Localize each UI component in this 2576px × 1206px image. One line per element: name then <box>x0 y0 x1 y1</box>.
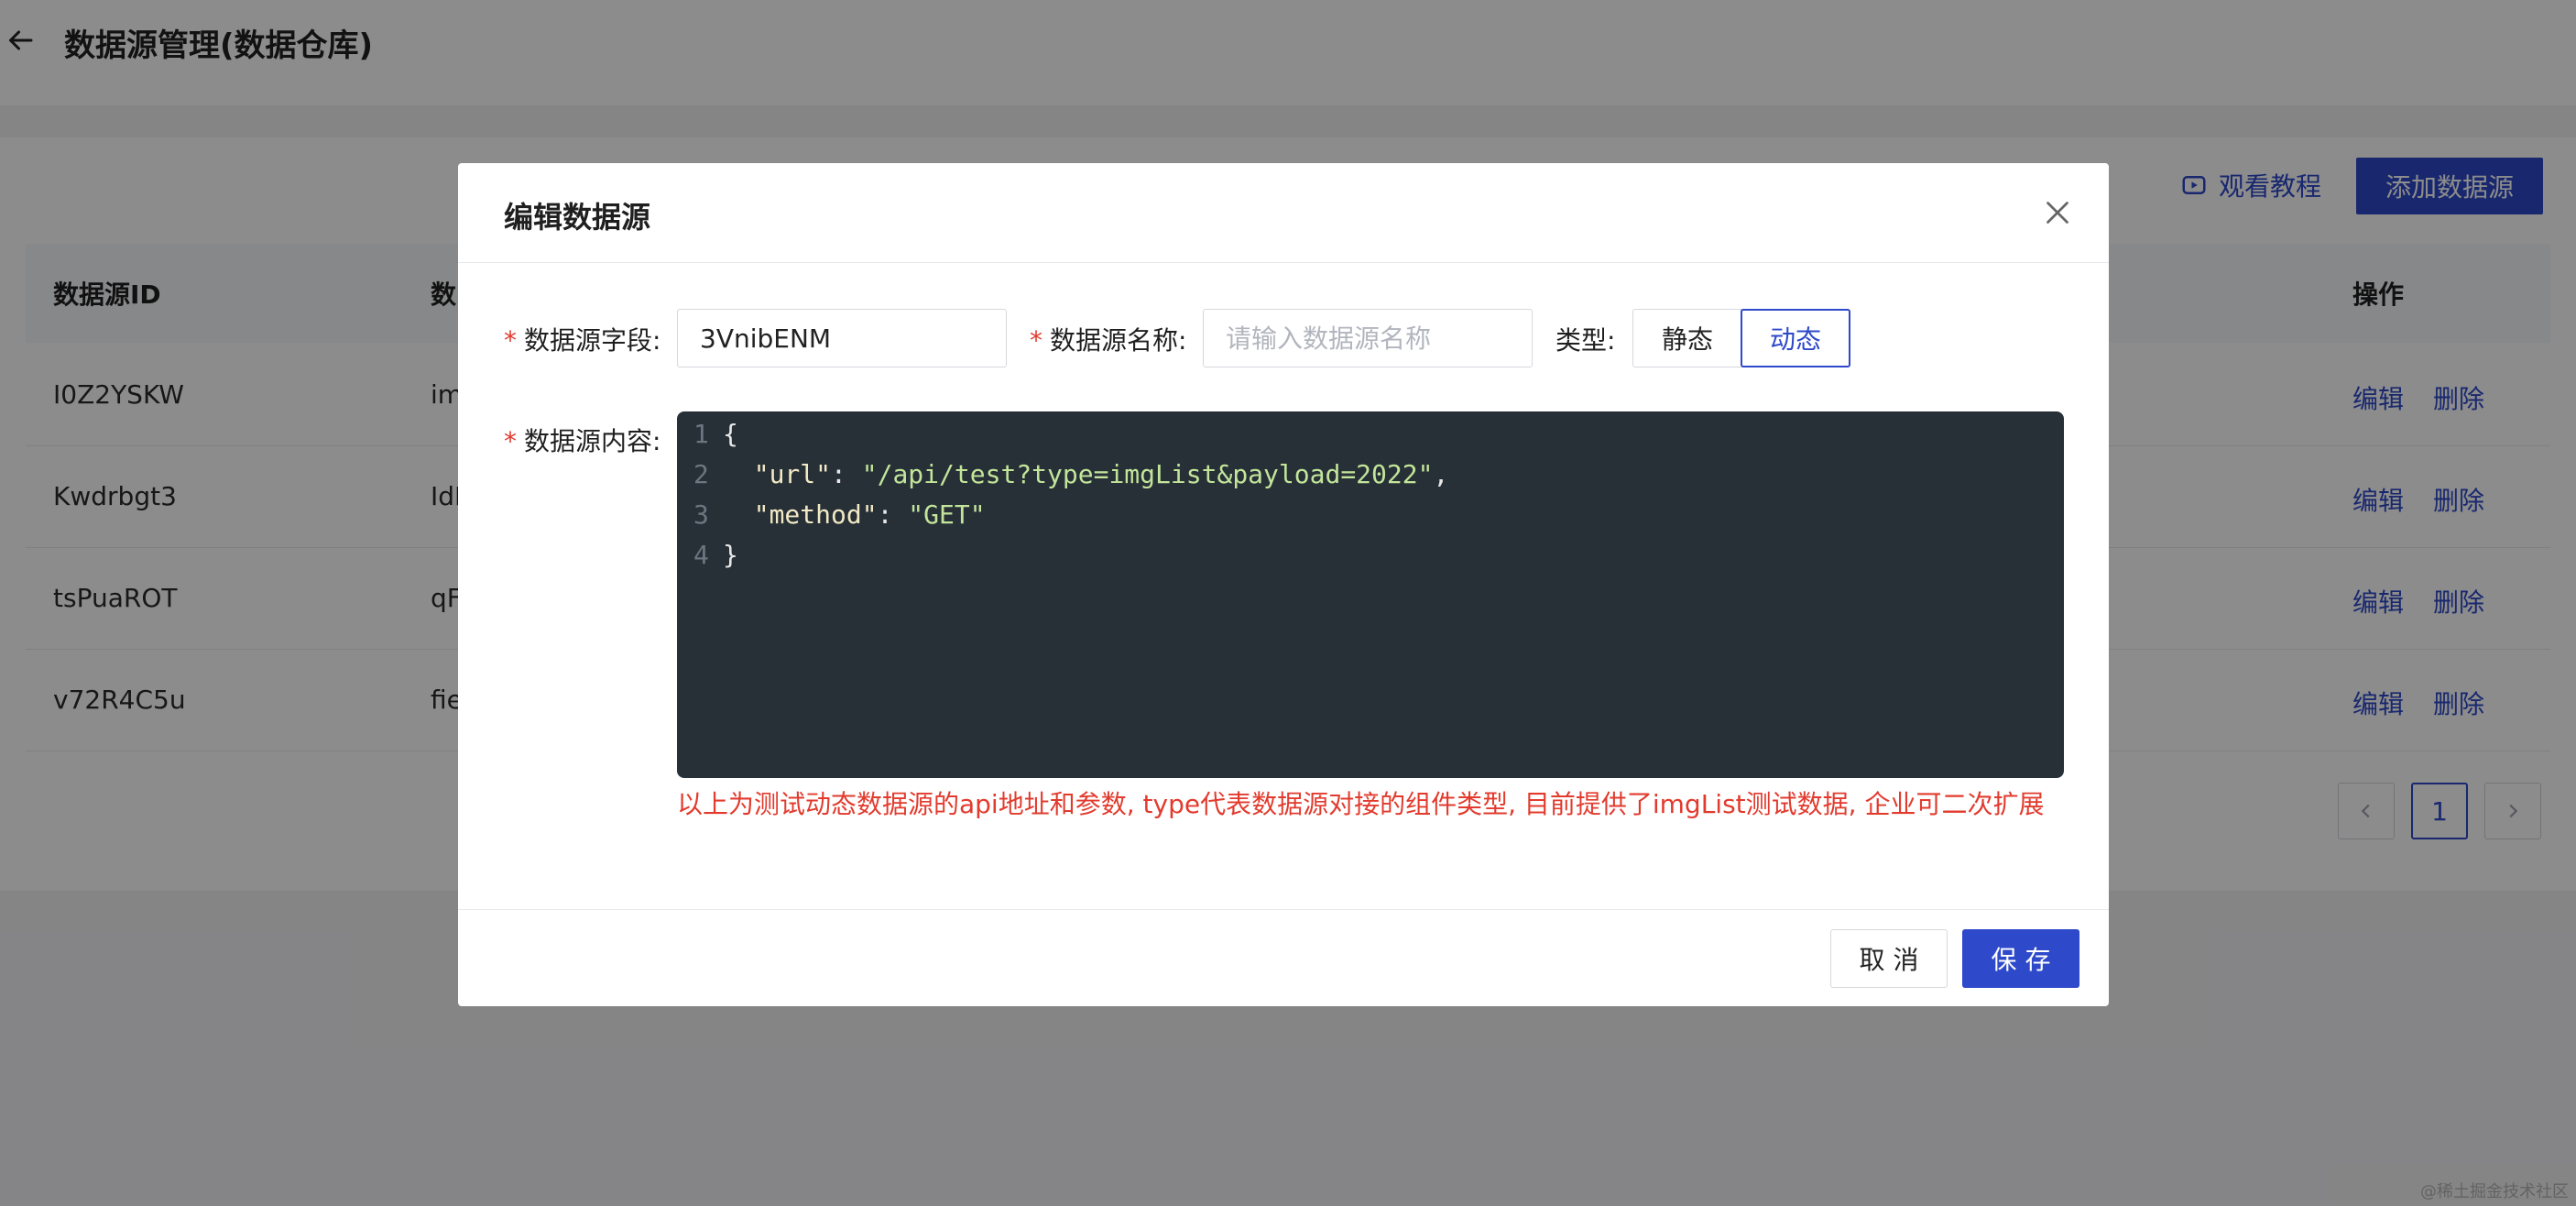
code-text: "url": "/api/test?type=imgList&payload=2… <box>753 459 1449 489</box>
hint-text: 以上为测试动态数据源的api地址和参数, type代表数据源对接的组件类型, 目… <box>677 789 2045 819</box>
field-label: * 数据源字段: <box>504 325 661 356</box>
edit-datasource-dialog: 编辑数据源 *数据源字段: *数据源名称: 类型: 静态 动态 *数据源内容: … <box>458 163 2109 1006</box>
code-line: 3 "method": "GET" <box>677 499 2064 540</box>
datasource-name-input[interactable] <box>1203 309 1533 367</box>
code-line: 2 "url": "/api/test?type=imgList&payload… <box>677 459 2064 499</box>
line-number: 3 <box>693 499 709 530</box>
line-number: 2 <box>693 459 709 489</box>
code-editor[interactable]: 1 { 2 "url": "/api/test?type=imgList&pay… <box>677 411 2064 778</box>
type-static-option[interactable]: 静态 <box>1632 309 1742 367</box>
name-label: * 数据源名称: <box>1030 325 1187 356</box>
datasource-field-input[interactable] <box>677 309 1007 367</box>
code-line: 4 } <box>677 540 2064 580</box>
required-mark: * <box>504 426 517 456</box>
code-text: { <box>723 419 738 449</box>
cancel-button[interactable]: 取 消 <box>1830 929 1948 988</box>
code-text: "method": "GET" <box>753 499 986 530</box>
save-button[interactable]: 保 存 <box>1962 929 2079 988</box>
code-line: 1 { <box>677 419 2064 459</box>
line-number: 4 <box>693 540 709 570</box>
dialog-header: 编辑数据源 <box>458 163 2109 263</box>
content-label: * 数据源内容: <box>504 426 661 456</box>
required-mark: * <box>1030 325 1042 356</box>
line-number: 1 <box>693 419 709 449</box>
type-dynamic-option[interactable]: 动态 <box>1741 309 1850 367</box>
type-label: 类型: <box>1555 325 1616 356</box>
close-icon[interactable] <box>2041 196 2074 229</box>
required-mark: * <box>504 325 517 356</box>
code-text: } <box>723 540 738 570</box>
dialog-title: 编辑数据源 <box>504 200 651 235</box>
